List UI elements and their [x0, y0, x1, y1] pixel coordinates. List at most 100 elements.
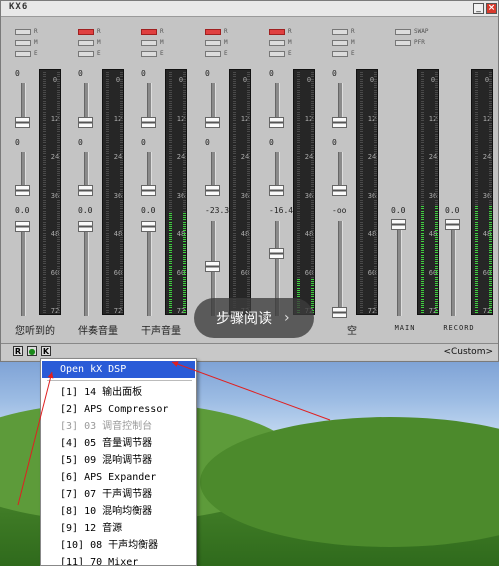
- meter-segment: [374, 289, 377, 291]
- routing-toggle-r[interactable]: R: [332, 27, 355, 36]
- routing-toggle-e[interactable]: E: [141, 49, 164, 58]
- fader-knob[interactable]: [205, 185, 220, 196]
- meter-segment: [120, 243, 123, 245]
- meter-segment: [183, 252, 186, 254]
- meter-segment: [120, 215, 123, 216]
- meter-segment: [475, 85, 478, 87]
- meter-segment: [297, 142, 300, 144]
- minimize-button[interactable]: _: [473, 3, 484, 14]
- routing-toggle-m[interactable]: M: [141, 38, 164, 47]
- routing-toggle-e[interactable]: E: [15, 49, 38, 58]
- step-reading-button[interactable]: 步骤阅读 ›: [194, 298, 314, 338]
- meter-segment: [374, 124, 377, 126]
- close-button[interactable]: ×: [486, 3, 497, 14]
- fader-knob[interactable]: [141, 221, 156, 232]
- r-button[interactable]: R: [13, 346, 23, 356]
- fader-knob[interactable]: [78, 117, 93, 128]
- menu-item[interactable]: [1] 14 输出面板: [42, 384, 195, 401]
- meter-segment: [183, 283, 186, 285]
- routing-toggle-m[interactable]: M: [269, 38, 292, 47]
- fader-knob[interactable]: [332, 117, 347, 128]
- meter-segment: [489, 142, 492, 144]
- fader-knob[interactable]: [332, 307, 347, 318]
- meter-segment: [311, 267, 314, 269]
- fader-knob[interactable]: [269, 248, 284, 259]
- meter-segment: [360, 179, 363, 181]
- routing-toggle-e[interactable]: E: [332, 49, 355, 58]
- menu-item[interactable]: [6] APS Expander: [42, 469, 195, 486]
- meter-segment: [57, 144, 60, 146]
- menu-item[interactable]: [2] APS Compressor: [42, 401, 195, 418]
- routing-toggle-m[interactable]: M: [78, 38, 101, 47]
- meter-segment: [435, 267, 438, 269]
- preset-label[interactable]: <Custom>: [443, 347, 493, 357]
- meter-segment: [421, 124, 424, 126]
- fader-knob[interactable]: [332, 185, 347, 196]
- meter-segment: [43, 72, 46, 73]
- routing-toggle-e[interactable]: E: [78, 49, 101, 58]
- routing-toggle-r[interactable]: R: [205, 27, 228, 36]
- k-button[interactable]: K: [41, 346, 51, 356]
- title-bar[interactable]: KX6 _ ×: [1, 1, 498, 17]
- routing-toggle-r[interactable]: R: [15, 27, 38, 36]
- meter-segment: [183, 107, 186, 109]
- meter-segment: [374, 135, 377, 137]
- fader-knob[interactable]: [269, 185, 284, 196]
- fader-knob[interactable]: [78, 185, 93, 196]
- meter-segment: [360, 199, 363, 201]
- meter-segment: [43, 157, 46, 159]
- routing-toggle-m[interactable]: M: [15, 38, 38, 47]
- meter-segment: [57, 303, 60, 304]
- main-fader-knob[interactable]: [391, 219, 406, 230]
- meter-segment: [475, 217, 478, 219]
- meter-segment: [360, 102, 363, 104]
- fader-knob[interactable]: [141, 117, 156, 128]
- routing-toggle-m[interactable]: M: [332, 38, 355, 47]
- menu-item[interactable]: [7] 07 干声调节器: [42, 486, 195, 503]
- meter-segment: [311, 83, 314, 84]
- meter-segment: [233, 199, 236, 201]
- meter-segment: [374, 204, 377, 205]
- routing-toggle-r[interactable]: R: [141, 27, 164, 36]
- meter-segment: [183, 105, 186, 106]
- meter-segment: [106, 171, 109, 172]
- record-dot-button[interactable]: ●: [27, 346, 37, 356]
- meter-segment: [183, 78, 186, 80]
- meter-segment: [435, 76, 438, 78]
- routing-toggle-r[interactable]: R: [269, 27, 292, 36]
- fader-knob[interactable]: [205, 117, 220, 128]
- menu-item[interactable]: [4] 05 音量调节器: [42, 435, 195, 452]
- routing-toggle-e[interactable]: E: [205, 49, 228, 58]
- pfr-toggle[interactable]: PFR: [395, 38, 425, 47]
- fader-knob[interactable]: [269, 117, 284, 128]
- meter-segment: [435, 182, 438, 183]
- meter-segment: [120, 85, 123, 87]
- fader-knob[interactable]: [15, 221, 30, 232]
- meter-segment: [233, 144, 236, 146]
- meter-segment: [297, 296, 300, 298]
- meter-segment: [120, 151, 123, 153]
- swap-toggle[interactable]: SWAP: [395, 27, 428, 36]
- meter-segment: [421, 122, 424, 124]
- menu-item[interactable]: [8] 10 混响均衡器: [42, 503, 195, 520]
- menu-item[interactable]: [5] 09 混响调节器: [42, 452, 195, 469]
- routing-toggle-r[interactable]: R: [78, 27, 101, 36]
- fader-knob[interactable]: [15, 117, 30, 128]
- meter-segment: [421, 311, 424, 313]
- fader-knob[interactable]: [141, 185, 156, 196]
- meter-segment: [360, 149, 363, 150]
- fader-knob[interactable]: [15, 185, 30, 196]
- meter-segment: [297, 74, 300, 76]
- menu-item[interactable]: [9] 12 音源: [42, 520, 195, 537]
- record-fader-knob[interactable]: [445, 219, 460, 230]
- fader-knob[interactable]: [205, 261, 220, 272]
- menu-item[interactable]: [10] 08 干声均衡器: [42, 537, 195, 554]
- fader-knob[interactable]: [78, 221, 93, 232]
- routing-toggle-e[interactable]: E: [269, 49, 292, 58]
- meter-segment: [120, 182, 123, 183]
- open-kx-dsp-menu-item[interactable]: Open kX DSP: [42, 361, 195, 378]
- meter-segment: [169, 166, 172, 168]
- meter-segment: [297, 166, 300, 168]
- menu-item[interactable]: [11] 70 Mixer: [42, 554, 195, 565]
- routing-toggle-m[interactable]: M: [205, 38, 228, 47]
